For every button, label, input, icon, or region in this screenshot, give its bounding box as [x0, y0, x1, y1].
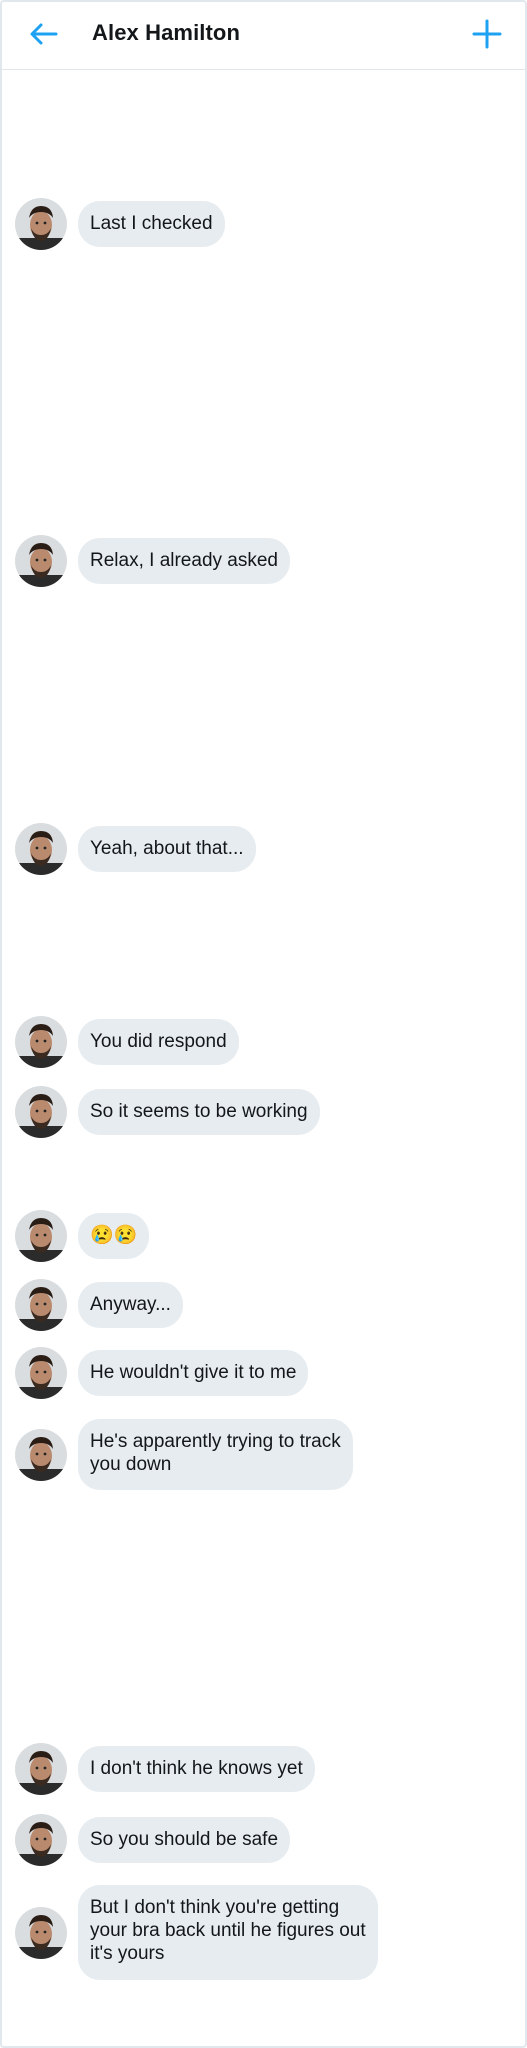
message-text: Last I checked — [90, 213, 213, 234]
chat-screen: Alex Hamilton hey entirely random questi… — [0, 0, 527, 2048]
received-message-bubble[interactable]: 😢😢 — [78, 1213, 150, 1259]
avatar[interactable] — [15, 1347, 67, 1399]
message-text: 😢😢 — [90, 1225, 138, 1246]
arrow-left-icon[interactable] — [26, 16, 62, 52]
received-message-bubble[interactable]: Last I checked — [78, 201, 225, 247]
received-message-bubble[interactable]: So it seems to be working — [78, 1089, 320, 1135]
avatar[interactable] — [15, 1743, 67, 1795]
avatar[interactable] — [15, 1906, 67, 1959]
received-message-bubble[interactable]: So you should be safe — [78, 1817, 291, 1863]
received-message-bubble[interactable]: Anyway... — [78, 1282, 183, 1328]
message-text: Relax, I already asked — [90, 550, 278, 571]
plus-icon[interactable] — [469, 16, 505, 52]
received-message-bubble[interactable]: He wouldn't give it to me — [78, 1350, 309, 1396]
page-title: Alex Hamilton — [92, 20, 240, 45]
message-text: He wouldn't give it to me — [90, 1362, 297, 1383]
message-text: But I don't think you're getting your br… — [90, 1897, 366, 1964]
avatar[interactable] — [15, 1210, 67, 1262]
avatar[interactable] — [15, 198, 67, 250]
avatar[interactable] — [15, 1016, 67, 1068]
avatar[interactable] — [15, 535, 67, 587]
received-message-bubble[interactable]: He's apparently trying to track you down — [78, 1419, 353, 1490]
message-text: Yeah, about that... — [90, 838, 244, 859]
avatar[interactable] — [15, 1086, 67, 1138]
received-message-bubble[interactable]: Yeah, about that... — [78, 826, 256, 872]
avatar[interactable] — [15, 1279, 67, 1331]
avatar[interactable] — [15, 1814, 67, 1866]
message-text: I don't think he knows yet — [90, 1758, 303, 1779]
message-text: You did respond — [90, 1031, 227, 1052]
message-text: Anyway... — [90, 1294, 171, 1315]
message-text: So you should be safe — [90, 1829, 279, 1850]
received-message-bubble[interactable]: You did respond — [78, 1019, 239, 1065]
avatar[interactable] — [15, 1428, 67, 1481]
avatar[interactable] — [15, 823, 67, 875]
received-message-bubble[interactable]: But I don't think you're getting your br… — [78, 1885, 378, 1980]
message-text: He's apparently trying to track you down — [90, 1431, 341, 1475]
received-message-bubble[interactable]: I don't think he knows yet — [78, 1746, 315, 1792]
message-text: So it seems to be working — [90, 1101, 308, 1122]
received-message-bubble[interactable]: Relax, I already asked — [78, 538, 290, 584]
chat-header: Alex Hamilton — [2, 2, 525, 70]
